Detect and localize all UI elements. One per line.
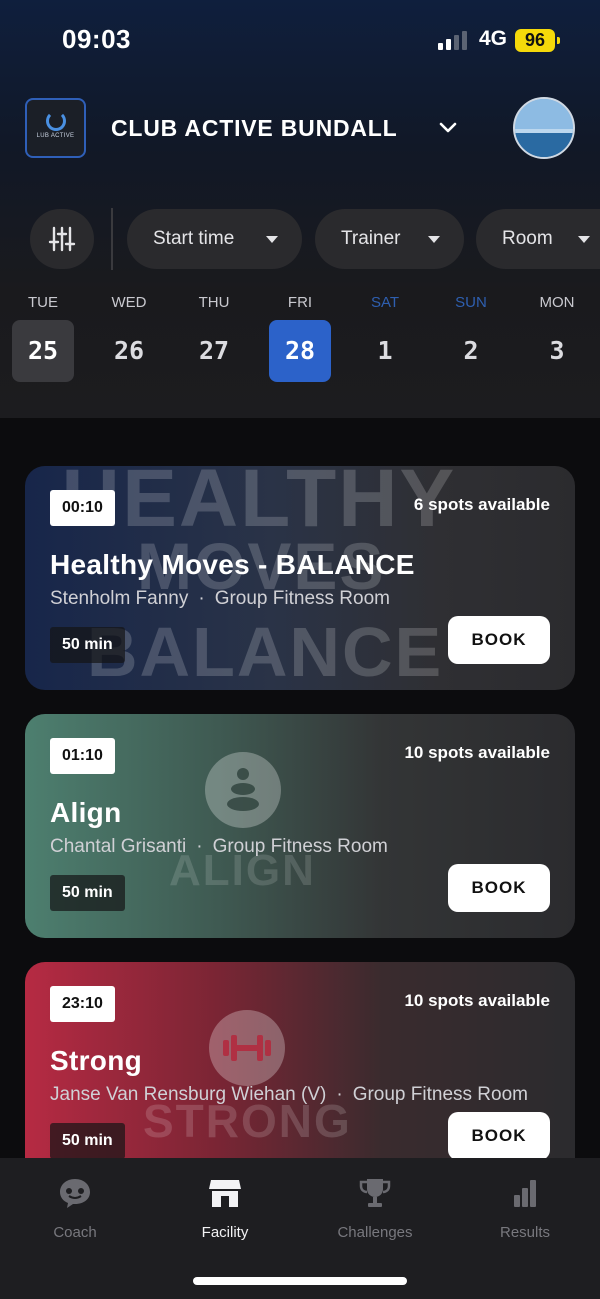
class-duration: 50 min	[50, 875, 125, 911]
class-time-badge: 01:10	[50, 738, 115, 774]
club-header: LUB ACTIVE CLUB ACTIVE BUNDALL	[0, 96, 600, 160]
class-card[interactable]: STRONG 23:10 10 spots available Strong J…	[25, 962, 575, 1186]
storefront-icon	[207, 1176, 243, 1210]
day-number: 28	[269, 320, 331, 382]
chat-bubble-icon	[57, 1176, 93, 1210]
day-number: 26	[113, 336, 145, 365]
card-background-word: BALANCE	[87, 613, 444, 690]
class-title: Align	[50, 797, 122, 828]
day-number: 1	[377, 336, 393, 365]
room-name: Group Fitness Room	[352, 1084, 528, 1105]
day-number: 27	[198, 336, 230, 365]
room-filter-label: Room	[502, 228, 553, 249]
trainer-filter[interactable]: Trainer	[315, 209, 464, 269]
club-logo-text: LUB ACTIVE	[36, 133, 75, 139]
tab-label: Facility	[201, 1224, 249, 1241]
room-filter[interactable]: Room	[476, 209, 600, 269]
trainer-name: Chantal Grisanti	[50, 836, 187, 857]
spots-available: 10 spots available	[404, 991, 550, 1010]
tab-facility[interactable]: Facility	[165, 1176, 285, 1241]
spots-available: 10 spots available	[404, 743, 550, 762]
tab-label: Challenges	[337, 1224, 413, 1241]
tab-challenges[interactable]: Challenges	[315, 1176, 435, 1241]
dumbbell-emblem-icon	[209, 1010, 285, 1086]
chevron-down-icon[interactable]	[438, 118, 458, 138]
day-of-week: THU	[198, 294, 230, 311]
status-time: 09:03	[62, 24, 131, 54]
day-number: 2	[463, 336, 479, 365]
class-details: Janse Van Rensburg Wiehan (V) · Group Fitn…	[50, 1084, 528, 1105]
day-fri[interactable]: FRI 28	[269, 294, 331, 382]
bar-chart-icon	[507, 1176, 543, 1210]
tab-results[interactable]: Results	[465, 1176, 585, 1241]
class-duration: 50 min	[50, 627, 125, 663]
room-name: Group Fitness Room	[212, 836, 388, 857]
day-of-week: MON	[539, 294, 575, 311]
day-tue[interactable]: TUE 25	[12, 294, 74, 382]
day-number: 3	[549, 336, 565, 365]
caret-down-icon	[428, 236, 440, 243]
filter-divider	[111, 208, 113, 270]
book-button[interactable]: BOOK	[448, 1112, 550, 1160]
tab-label: Results	[499, 1224, 551, 1241]
club-name[interactable]: CLUB ACTIVE BUNDALL	[111, 115, 398, 142]
class-details: Stenholm Fanny · Group Fitness Room	[50, 588, 390, 609]
day-sat[interactable]: SAT 1	[354, 294, 416, 382]
day-of-week: FRI	[287, 294, 313, 311]
trainer-name: Janse Van Rensburg Wiehan (V)	[50, 1084, 327, 1105]
spots-available: 6 spots available	[413, 495, 550, 514]
filter-row: Start time Trainer Room	[0, 208, 600, 270]
tab-coach[interactable]: Coach	[15, 1176, 135, 1241]
day-thu[interactable]: THU 27	[183, 294, 245, 382]
book-button[interactable]: BOOK	[448, 616, 550, 664]
caret-down-icon	[266, 236, 278, 243]
caret-down-icon	[578, 236, 590, 243]
class-time-badge: 23:10	[50, 986, 115, 1022]
book-button[interactable]: BOOK	[448, 864, 550, 912]
room-name: Group Fitness Room	[214, 588, 390, 609]
trainer-name: Stenholm Fanny	[50, 588, 189, 609]
profile-avatar[interactable]	[513, 97, 575, 159]
tab-label: Coach	[53, 1224, 97, 1241]
trainer-filter-label: Trainer	[341, 228, 401, 249]
trophy-icon	[357, 1176, 393, 1210]
network-type: 4G	[479, 27, 508, 50]
class-time-badge: 00:10	[50, 490, 115, 526]
class-details: Chantal Grisanti · Group Fitness Room	[50, 836, 388, 857]
day-of-week: SAT	[370, 294, 400, 311]
home-indicator[interactable]	[193, 1277, 407, 1285]
date-picker: TUE 25 WED 26 THU 27 FRI 28 SAT 1 SUN 2 …	[0, 294, 600, 386]
day-wed[interactable]: WED 26	[98, 294, 160, 382]
day-of-week: SUN	[455, 294, 487, 311]
club-logo-icon	[45, 111, 66, 131]
class-card[interactable]: HEALTHY MOVES BALANCE 00:10 6 spots avai…	[25, 466, 575, 690]
day-mon[interactable]: MON 3	[526, 294, 588, 382]
align-emblem-icon	[205, 752, 281, 828]
start-time-filter-label: Start time	[153, 228, 235, 249]
club-logo[interactable]: LUB ACTIVE	[25, 98, 86, 158]
day-of-week: TUE	[28, 294, 58, 311]
class-card[interactable]: ALIGN 01:10 10 spots available Align Cha…	[25, 714, 575, 938]
day-of-week: WED	[111, 294, 147, 311]
class-duration: 50 min	[50, 1123, 125, 1159]
signal-strength-icon	[438, 30, 467, 50]
day-number: 25	[12, 320, 74, 382]
class-title: Strong	[50, 1045, 143, 1076]
start-time-filter[interactable]: Start time	[127, 209, 302, 269]
filter-settings-button[interactable]	[30, 209, 94, 269]
sliders-icon	[48, 226, 76, 252]
status-bar: 09:03 4G 96	[0, 0, 600, 80]
class-title: Healthy Moves - BALANCE	[50, 549, 415, 580]
day-sun[interactable]: SUN 2	[440, 294, 502, 382]
battery-indicator: 96	[515, 29, 560, 52]
